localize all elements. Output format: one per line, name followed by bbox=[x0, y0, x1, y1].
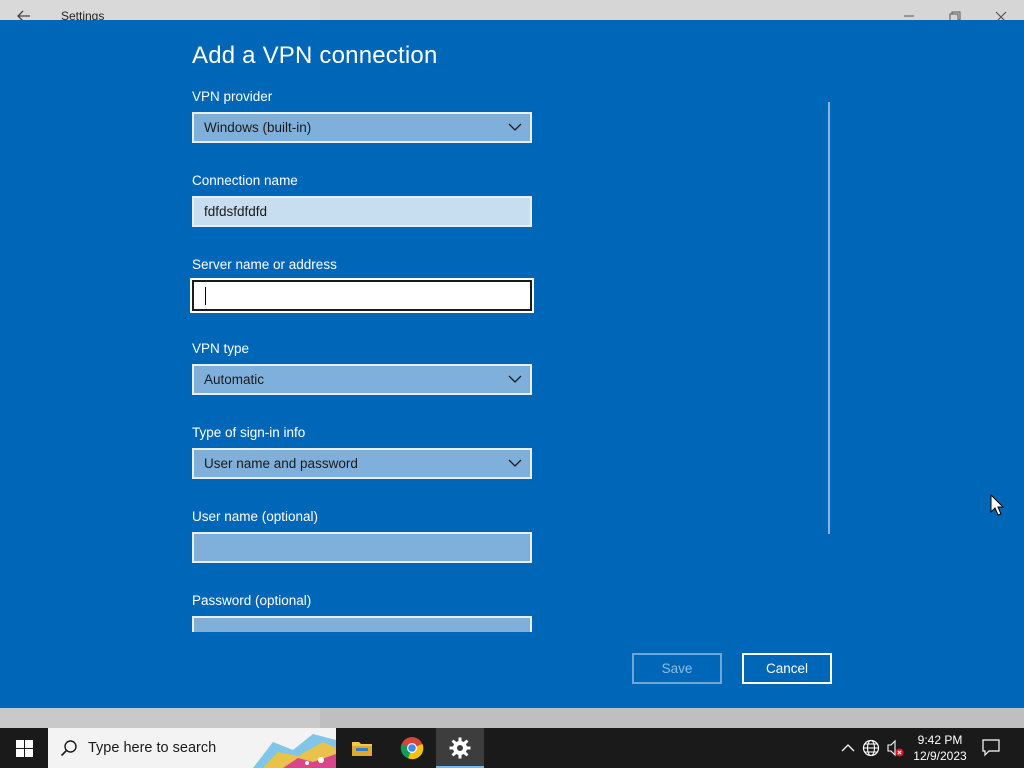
globe-network-icon[interactable] bbox=[861, 738, 881, 758]
connection-name-input[interactable]: fdfdsfdfdfd bbox=[192, 196, 532, 227]
text-caret bbox=[205, 287, 206, 305]
search-placeholder: Type here to search bbox=[88, 740, 217, 756]
chevron-down-icon bbox=[508, 459, 522, 467]
clock-date: 12/9/2023 bbox=[913, 749, 967, 763]
sign-in-info-select[interactable]: User name and password bbox=[192, 448, 532, 479]
connection-name-label: Connection name bbox=[192, 173, 298, 188]
chrome-icon bbox=[400, 737, 424, 760]
chevron-down-icon bbox=[508, 375, 522, 383]
vpn-provider-label: VPN provider bbox=[192, 89, 273, 104]
taskbar-search-box[interactable]: Type here to search bbox=[48, 728, 336, 768]
sign-in-info-value: User name and password bbox=[204, 456, 358, 471]
vpn-provider-select[interactable]: Windows (built-in) bbox=[192, 112, 532, 143]
save-button[interactable]: Save bbox=[632, 653, 722, 684]
file-explorer-taskbar-button[interactable] bbox=[338, 728, 386, 768]
speaker-muted-icon[interactable] bbox=[885, 738, 905, 758]
user-name-label: User name (optional) bbox=[192, 509, 319, 524]
search-icon bbox=[60, 740, 77, 757]
vpn-type-label: VPN type bbox=[192, 341, 250, 356]
chevron-up-icon[interactable] bbox=[838, 738, 858, 758]
vpn-provider-value: Windows (built-in) bbox=[204, 120, 312, 135]
search-highlight-illustration-icon bbox=[253, 734, 336, 768]
mouse-pointer-icon bbox=[990, 494, 1004, 516]
folder-icon bbox=[352, 742, 372, 756]
start-button[interactable] bbox=[0, 728, 48, 768]
form-scroll-area: VPN provider Windows (built-in) Connecti… bbox=[0, 20, 1024, 632]
windows-logo-icon bbox=[16, 740, 33, 757]
scrollbar[interactable] bbox=[828, 102, 830, 534]
sign-in-info-label: Type of sign-in info bbox=[192, 425, 306, 440]
user-name-input[interactable] bbox=[192, 532, 532, 563]
password-input[interactable] bbox=[192, 616, 532, 632]
chrome-taskbar-button[interactable] bbox=[388, 728, 436, 768]
cancel-button[interactable]: Cancel bbox=[742, 653, 832, 684]
server-address-label: Server name or address bbox=[192, 257, 337, 272]
taskbar-clock[interactable]: 9:42 PM 12/9/2023 bbox=[905, 732, 975, 764]
add-vpn-dialog: Add a VPN connection VPN provider Window… bbox=[0, 20, 1024, 708]
vpn-type-select[interactable]: Automatic bbox=[192, 364, 532, 395]
chevron-down-icon bbox=[508, 123, 522, 131]
notification-center-icon[interactable] bbox=[980, 736, 1002, 758]
server-address-input[interactable] bbox=[190, 278, 534, 313]
clock-time: 9:42 PM bbox=[917, 733, 963, 747]
password-label: Password (optional) bbox=[192, 593, 312, 608]
gear-icon bbox=[449, 737, 471, 759]
connection-name-value: fdfdsfdfdfd bbox=[204, 204, 268, 219]
settings-taskbar-button[interactable] bbox=[436, 728, 484, 768]
taskbar: Type here to search 9:42 PM 12/9/2023 bbox=[0, 728, 1024, 768]
window-bottom-strip bbox=[0, 708, 1024, 728]
vpn-type-value: Automatic bbox=[204, 372, 265, 387]
